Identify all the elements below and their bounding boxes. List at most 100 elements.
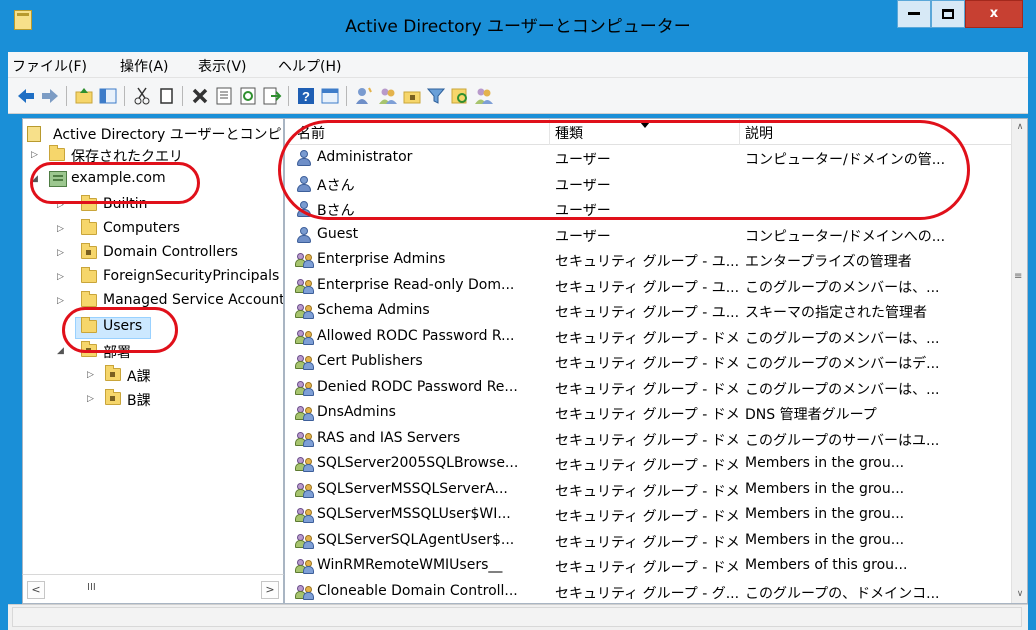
cell-type: ユーザー — [555, 203, 611, 219]
list-item[interactable]: Aさん ユーザー — [285, 172, 1013, 197]
list-item[interactable]: SQLServer2005SQLBrowse... セキュリティ グループ - ド… — [285, 452, 1013, 477]
list-item[interactable]: Denied RODC Password Re... セキュリティ グループ - … — [285, 376, 1013, 401]
tree-item-computers[interactable]: ▷ Computers — [41, 219, 283, 239]
list-item[interactable]: Allowed RODC Password R... セキュリティ グループ - … — [285, 325, 1013, 350]
cell-name: WinRMRemoteWMIUsers__ — [317, 557, 503, 573]
list-vertical-scrollbar[interactable]: ∧ ≡ ∨ — [1011, 119, 1027, 603]
back-arrow-icon[interactable] — [16, 86, 36, 106]
list-item[interactable]: Bさん ユーザー — [285, 197, 1013, 222]
expand-arrow-icon[interactable]: ▷ — [57, 224, 64, 234]
list-item[interactable]: SQLServerSQLAgentUser$... セキュリティ グループ - ド… — [285, 529, 1013, 554]
find-icon[interactable] — [450, 86, 470, 106]
list-item[interactable]: Enterprise Admins セキュリティ グループ - ユ... エンタープ… — [285, 248, 1013, 273]
cell-name: SQLServerMSSQLUser$WI... — [317, 506, 511, 522]
console-tree-icon[interactable] — [320, 86, 340, 106]
list-item[interactable]: DnsAdmins セキュリティ グループ - ドメ... DNS 管理者グループ — [285, 401, 1013, 426]
tree-item-managed-service-accounts[interactable]: ▷ Managed Service Accounts — [41, 291, 284, 311]
copy-icon[interactable] — [156, 86, 176, 106]
minimize-button[interactable] — [897, 0, 931, 28]
console-tree-pane[interactable]: Active Directory ユーザーとコンピューター ▷ 保存されたクエリ… — [22, 118, 284, 604]
group-icon — [295, 329, 315, 346]
cell-description: このグループのメンバーは、... — [745, 279, 940, 296]
title-bar[interactable]: Active Directory ユーザーとコンピューター x — [0, 0, 1036, 52]
new-user-icon[interactable] — [354, 86, 374, 106]
tree-item-builtin[interactable]: ▷ Builtin — [41, 195, 283, 215]
collapse-arrow-icon[interactable]: ◢ — [31, 174, 38, 184]
menu-view[interactable]: 表示(V) — [198, 56, 247, 76]
list-item[interactable]: RAS and IAS Servers セキュリティ グループ - ドメ... この… — [285, 427, 1013, 452]
tree-root[interactable]: Active Directory ユーザーとコンピューター — [27, 123, 283, 143]
new-group-icon[interactable] — [378, 86, 398, 106]
expand-arrow-icon[interactable]: ▷ — [31, 150, 38, 160]
collapse-arrow-icon[interactable]: ◢ — [57, 346, 64, 356]
expand-arrow-icon[interactable]: ▷ — [57, 200, 64, 210]
list-item[interactable]: Guest ユーザー コンピューター/ドメインへの... — [285, 223, 1013, 248]
menu-bar: ファイル(F) 操作(A) 表示(V) ヘルプ(H) — [8, 52, 1028, 78]
scroll-down-button[interactable]: ∨ — [1012, 586, 1028, 603]
details-pane[interactable]: 名前 種類 説明 Administrator ユーザー コンピューター/ドメインの管… — [284, 118, 1028, 604]
scroll-left-button[interactable]: < — [27, 581, 45, 599]
expand-arrow-icon[interactable]: ▷ — [57, 248, 64, 258]
expand-arrow-icon[interactable]: ▷ — [57, 272, 64, 282]
menu-action[interactable]: 操作(A) — [120, 56, 169, 76]
toolbar-separator — [182, 86, 183, 106]
forward-arrow-icon[interactable] — [40, 86, 60, 106]
list-item[interactable]: SQLServerMSSQLUser$WI... セキュリティ グループ - ドメ… — [285, 503, 1013, 528]
sort-descending-icon — [640, 122, 650, 128]
cell-description: コンピューター/ドメインの管... — [745, 152, 946, 168]
maximize-button[interactable] — [931, 0, 965, 28]
cell-type: セキュリティ グループ - ユ... — [555, 305, 740, 321]
cell-name: Schema Admins — [317, 302, 430, 318]
scroll-up-button[interactable]: ∧ — [1012, 119, 1028, 136]
menu-help[interactable]: ヘルプ(H) — [278, 56, 341, 76]
filter-icon[interactable] — [426, 86, 446, 106]
user-icon — [297, 150, 311, 167]
column-divider[interactable] — [549, 119, 550, 145]
refresh-icon[interactable] — [238, 86, 258, 106]
list-item[interactable]: Cert Publishers セキュリティ グループ - ドメ... このグループ… — [285, 350, 1013, 375]
list-item[interactable]: Schema Admins セキュリティ グループ - ユ... スキーマの指定され… — [285, 299, 1013, 324]
new-ou-icon[interactable] — [402, 86, 422, 106]
tree-item-domain[interactable]: ◢ example.com — [27, 169, 283, 189]
add-to-group-icon[interactable] — [474, 86, 494, 106]
group-icon — [295, 482, 315, 499]
tree-item-saved-queries[interactable]: ▷ 保存されたクエリ — [27, 145, 283, 165]
tree-item-a-ka[interactable]: ▷ A課 — [65, 365, 283, 385]
list-item[interactable]: Cloneable Domain Controll... セキュリティ グループ … — [285, 580, 1013, 604]
column-header-type[interactable]: 種類 — [555, 123, 583, 143]
cell-type: セキュリティ グループ - ドメ... — [555, 534, 740, 551]
list-item[interactable]: SQLServerMSSQLServerA... セキュリティ グループ - ドメ… — [285, 478, 1013, 503]
export-icon[interactable] — [262, 86, 282, 106]
tree-horizontal-scrollbar[interactable]: < III > — [22, 574, 284, 604]
list-item[interactable]: Administrator ユーザー コンピューター/ドメインの管... — [285, 146, 1013, 171]
cell-type: セキュリティ グループ - ユ... — [555, 254, 740, 270]
tree-item-foreign-security-principals[interactable]: ▷ ForeignSecurityPrincipals — [41, 267, 283, 287]
up-folder-icon[interactable] — [74, 86, 94, 106]
column-header-name[interactable]: 名前 — [297, 123, 325, 143]
list-item[interactable]: WinRMRemoteWMIUsers__ セキュリティ グループ - ドメ...… — [285, 554, 1013, 579]
help-icon[interactable]: ? — [296, 86, 316, 106]
tree-item-label: Managed Service Accounts — [103, 292, 284, 308]
expand-arrow-icon[interactable]: ▷ — [87, 370, 94, 380]
tree-item-domain-controllers[interactable]: ▷ Domain Controllers — [41, 243, 283, 263]
list-item[interactable]: Enterprise Read-only Dom... セキュリティ グループ -… — [285, 274, 1013, 299]
show-tree-icon[interactable] — [98, 86, 118, 106]
expand-arrow-icon[interactable]: ▷ — [87, 394, 94, 404]
properties-icon[interactable] — [214, 86, 234, 106]
cell-type: セキュリティ グループ - ドメ... — [555, 381, 740, 398]
column-header-description[interactable]: 説明 — [745, 123, 773, 143]
expand-arrow-icon[interactable]: ▷ — [57, 296, 64, 306]
scroll-right-button[interactable]: > — [261, 581, 279, 599]
tree-item-label: Domain Controllers — [103, 244, 238, 260]
cell-type: セキュリティ グループ - ドメ... — [555, 356, 740, 372]
scroll-thumb-grip-icon[interactable]: III — [87, 582, 96, 593]
tree-item-users[interactable]: Users — [41, 317, 283, 337]
tree-item-b-ka[interactable]: ▷ B課 — [65, 389, 283, 409]
column-divider[interactable] — [739, 119, 740, 145]
tree-item-dept[interactable]: ◢ 部署 — [41, 341, 283, 361]
menu-file[interactable]: ファイル(F) — [12, 56, 87, 76]
delete-icon[interactable] — [190, 86, 210, 106]
cut-icon[interactable] — [132, 86, 152, 106]
close-button[interactable]: x — [965, 0, 1023, 28]
scroll-thumb-grip-icon[interactable]: ≡ — [1014, 271, 1022, 282]
